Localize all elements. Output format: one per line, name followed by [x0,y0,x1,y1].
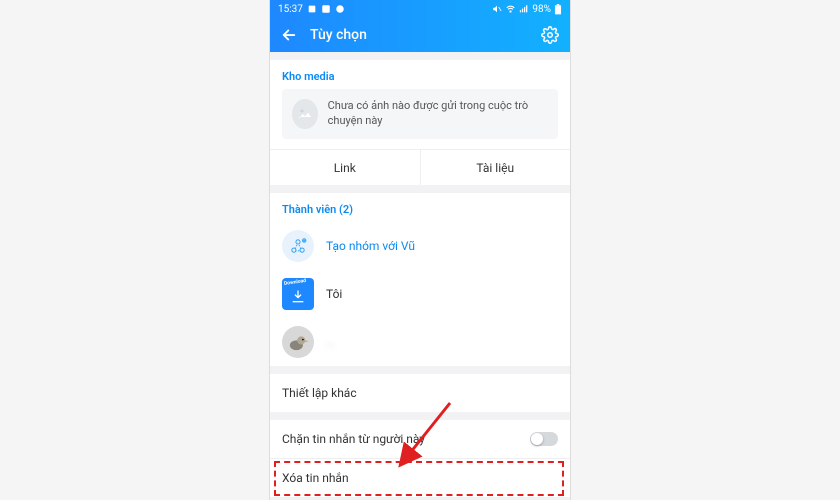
create-group-row[interactable]: Tạo nhóm với Vũ [270,222,570,270]
block-row[interactable]: Chặn tin nhắn từ người này [270,420,570,458]
media-tabs: Link Tài liệu [270,149,570,185]
media-empty-card: Chưa có ảnh nào được gửi trong cuộc trò … [282,89,558,139]
member-row-other[interactable]: … [270,318,570,366]
settings-button[interactable] [540,25,560,45]
member-row-me[interactable]: Download Tôi [270,270,570,318]
other-settings-header: Thiết lập khác [270,374,570,412]
media-header: Kho media [270,60,570,89]
block-toggle[interactable] [530,432,558,446]
back-button[interactable] [280,26,298,44]
avatar-me: Download [282,278,314,310]
wifi-icon [505,4,516,14]
member-label-me: Tôi [326,287,342,301]
messenger-icon [335,4,345,14]
members-header: Thành viên (2) [270,193,570,222]
status-left: 15:37 [278,4,345,15]
screenshot-icon [307,4,317,14]
create-group-icon [282,230,314,262]
content: Kho media Chưa có ảnh nào được gửi trong… [270,60,570,497]
media-empty-text: Chưa có ảnh nào được gửi trong cuộc trò … [328,99,548,129]
tab-docs[interactable]: Tài liệu [420,150,571,185]
battery-icon [554,4,562,15]
battery-text: 98% [532,4,551,15]
avatar-other [282,326,314,358]
page-title: Tùy chọn [310,27,528,43]
mute-icon [492,4,502,14]
tab-link[interactable]: Link [270,150,420,185]
delete-row[interactable]: Xóa tin nhắn [270,458,570,497]
status-right: 98% [492,4,562,15]
block-label: Chặn tin nhắn từ người này [282,432,425,446]
status-time: 15:37 [278,4,303,15]
members-section: Thành viên (2) Tạo nhóm với Vũ Download … [270,193,570,366]
phone-frame: 15:37 98% [270,0,570,500]
status-bar: 15:37 98% [270,0,570,18]
signal-icon [519,4,529,14]
app-bar: Tùy chọn [270,18,570,52]
app-icon [321,4,331,14]
create-group-label: Tạo nhóm với Vũ [326,239,415,253]
photo-icon [292,99,318,129]
member-label-other: … [326,335,334,349]
delete-label: Xóa tin nhắn [282,471,349,485]
media-section: Kho media Chưa có ảnh nào được gửi trong… [270,60,570,185]
